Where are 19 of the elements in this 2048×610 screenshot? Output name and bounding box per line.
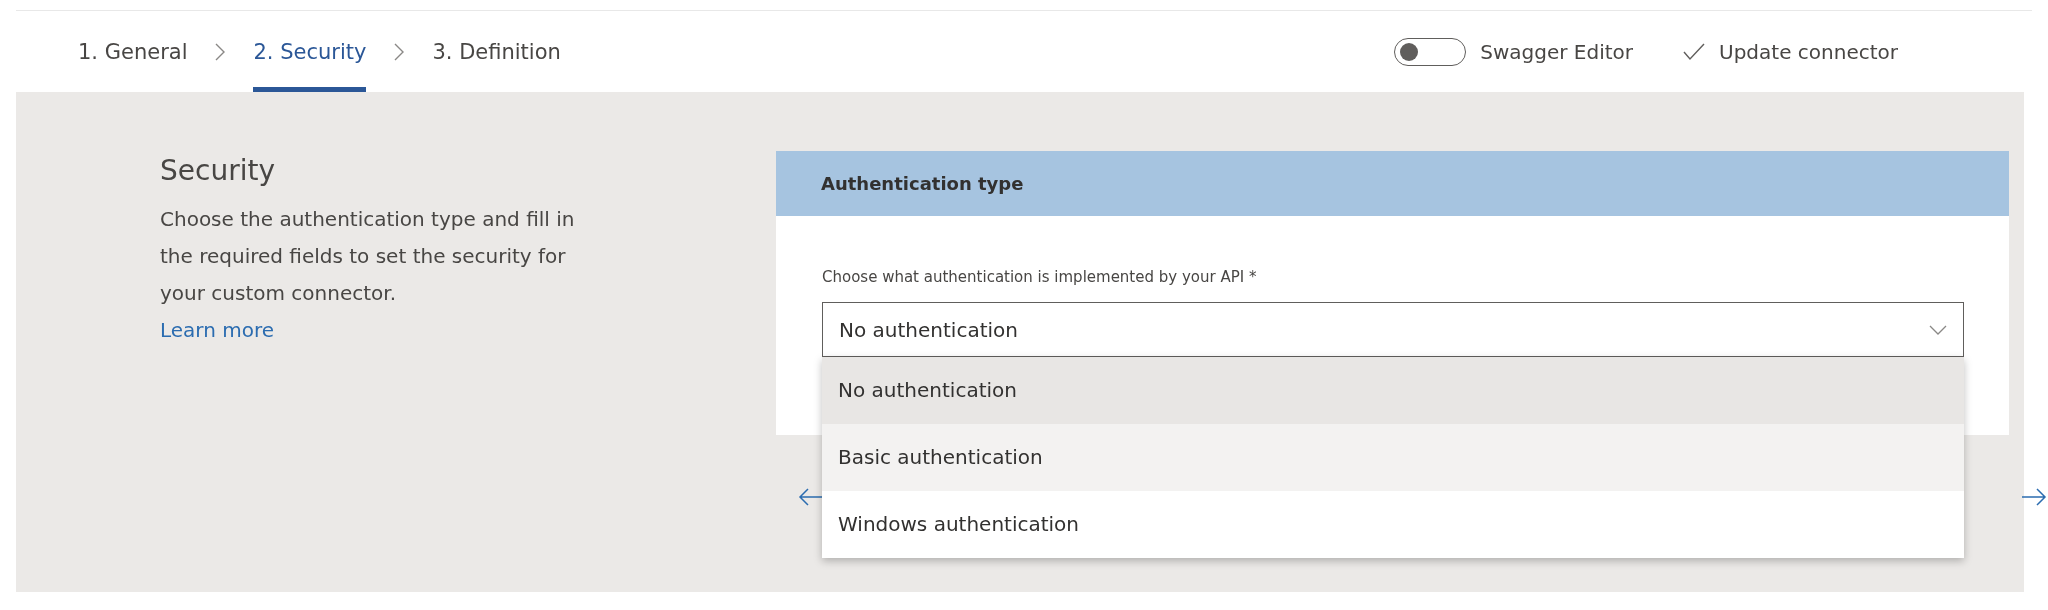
- section-title: Security: [160, 154, 276, 187]
- card-header: Authentication type: [776, 151, 2009, 216]
- learn-more-link[interactable]: Learn more: [160, 318, 275, 342]
- dropdown-field[interactable]: No authentication: [822, 302, 1964, 357]
- chevron-down-icon: [1929, 324, 1947, 335]
- step-tab[interactable]: 3. Definition: [432, 11, 561, 92]
- section-description: Choose the authentication type and fill in the required fields to set the security for your custom connector.: [160, 206, 576, 307]
- chevron-icon: [394, 42, 405, 61]
- checkmark-icon: [1683, 42, 1705, 61]
- dropdown-option[interactable]: Basic authentication: [822, 424, 1964, 491]
- dropdown-option[interactable]: Windows authentication: [822, 491, 1964, 558]
- arrow-right-icon: [2021, 487, 2047, 507]
- field-label: Choose what authentication is implemented by your API *: [822, 268, 1258, 286]
- arrow-left-icon: [798, 487, 824, 507]
- chevron-icon: [215, 42, 226, 61]
- step-tab[interactable]: 1. General: [78, 11, 188, 92]
- dropdown-option[interactable]: No authentication: [822, 357, 1964, 424]
- toggle-label: Swagger Editor: [1480, 39, 1633, 64]
- update-connector-button[interactable]: Update connector: [1683, 39, 1898, 64]
